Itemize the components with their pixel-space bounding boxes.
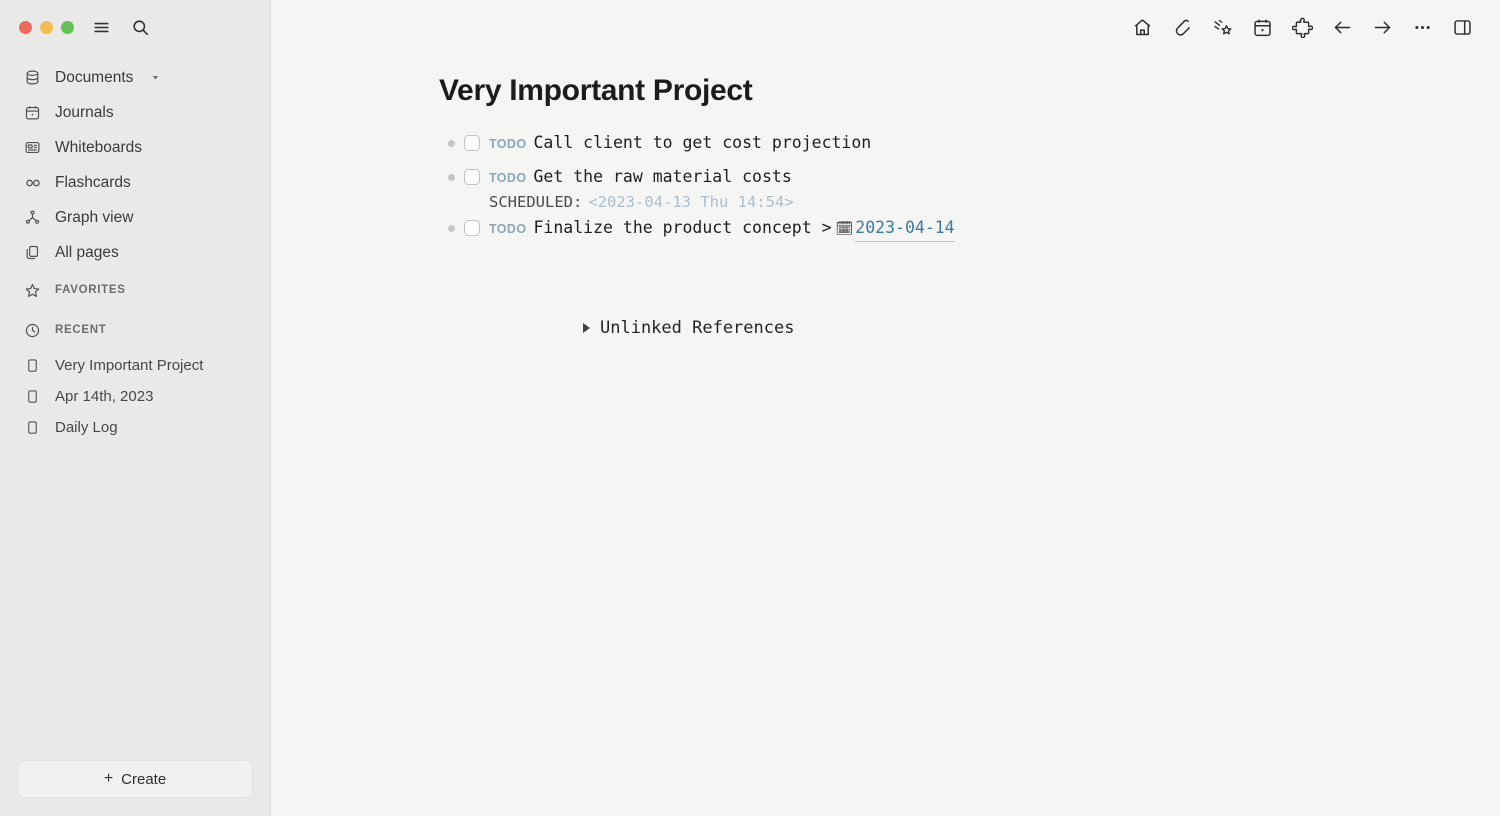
- sidebar-item-label: Graph view: [55, 208, 134, 226]
- puzzle-icon[interactable]: [1282, 7, 1322, 47]
- block-text[interactable]: Call client to get cost projection: [533, 130, 871, 156]
- minimize-window-button[interactable]: [40, 20, 53, 34]
- todo-marker[interactable]: TODO: [489, 165, 526, 191]
- window-titlebar: [0, 0, 270, 54]
- sidebar: Documents Journals Whiteboards Flashcard…: [0, 0, 271, 816]
- sidebar-nav: Documents Journals Whiteboards Flashcard…: [0, 54, 270, 443]
- sidebar-toggle-icon[interactable]: [1442, 7, 1482, 47]
- block-list: TODO Call client to get cost projection: [439, 129, 1500, 248]
- block-item: TODO Get the raw material costs SCHEDULE…: [439, 163, 1500, 214]
- sidebar-item-label: Journals: [55, 103, 114, 121]
- hamburger-icon[interactable]: [88, 14, 114, 40]
- unlinked-references-label: Unlinked References: [600, 318, 795, 338]
- todo-marker[interactable]: TODO: [489, 216, 526, 242]
- todo-checkbox[interactable]: [464, 135, 480, 151]
- top-toolbar: [271, 0, 1500, 54]
- shooting-star-icon[interactable]: [1202, 7, 1242, 47]
- block-bullet[interactable]: [439, 130, 464, 156]
- block-text[interactable]: Finalize the product concept >: [533, 215, 831, 241]
- sidebar-item-label: Flashcards: [55, 173, 131, 191]
- create-button-container: + Create: [0, 760, 270, 816]
- arrow-left-icon[interactable]: [1322, 7, 1362, 47]
- favorites-section-header[interactable]: FAVORITES: [0, 270, 270, 310]
- sidebar-item-label: Whiteboards: [55, 138, 143, 156]
- more-horizontal-icon[interactable]: [1402, 7, 1442, 47]
- todo-checkbox[interactable]: [464, 220, 480, 236]
- block-body: TODO Finalize the product concept > 🗓 20…: [489, 215, 955, 242]
- unlinked-references-toggle[interactable]: Unlinked References: [439, 318, 1500, 338]
- recent-item-label: Apr 14th, 2023: [55, 388, 154, 405]
- traffic-lights: [19, 20, 74, 34]
- close-window-button[interactable]: [19, 20, 32, 34]
- sidebar-item-all-pages[interactable]: All pages: [0, 235, 270, 270]
- todo-checkbox-container: [464, 130, 489, 156]
- scheduled-line: SCHEDULED: <2023-04-13 Thu 14:54>: [489, 190, 794, 214]
- calendar-icon[interactable]: [1242, 7, 1282, 47]
- chevron-right-icon: [583, 323, 590, 333]
- scheduled-value[interactable]: <2023-04-13 Thu 14:54>: [588, 193, 793, 211]
- database-icon: [23, 68, 42, 87]
- create-button[interactable]: + Create: [17, 760, 253, 798]
- pencil-icon[interactable]: [1162, 7, 1202, 47]
- recent-item-label: Daily Log: [55, 419, 118, 436]
- recent-item-daily-log[interactable]: Daily Log: [0, 412, 270, 443]
- page-container: Very Important Project TODO Call client …: [271, 54, 1500, 338]
- graph-icon: [23, 208, 42, 227]
- page-icon: [23, 418, 42, 437]
- recent-item-label: Very Important Project: [55, 357, 204, 374]
- sidebar-item-journals[interactable]: Journals: [0, 95, 270, 130]
- bullet-icon: [448, 224, 455, 232]
- infinity-icon: [23, 173, 42, 192]
- sidebar-item-whiteboards[interactable]: Whiteboards: [0, 130, 270, 165]
- home-icon[interactable]: [1122, 7, 1162, 47]
- search-icon[interactable]: [127, 14, 153, 40]
- todo-checkbox-container: [464, 215, 489, 241]
- todo-marker[interactable]: TODO: [489, 131, 526, 157]
- pages-icon: [23, 243, 42, 262]
- sidebar-item-flashcards[interactable]: Flashcards: [0, 165, 270, 200]
- plus-icon: +: [103, 770, 114, 787]
- date-link[interactable]: 2023-04-14: [855, 215, 955, 242]
- bullet-icon: [448, 139, 455, 147]
- arrow-right-icon[interactable]: [1362, 7, 1402, 47]
- sidebar-item-graph-view[interactable]: Graph view: [0, 200, 270, 235]
- whiteboard-icon: [23, 138, 42, 157]
- todo-checkbox[interactable]: [464, 169, 480, 185]
- block-body: TODO Get the raw material costs SCHEDULE…: [489, 164, 794, 214]
- create-button-label: Create: [121, 770, 167, 788]
- block-line: TODO Finalize the product concept > 🗓 20…: [489, 215, 955, 242]
- recent-section-header[interactable]: RECENT: [0, 310, 270, 350]
- recent-item-apr-14th-2023[interactable]: Apr 14th, 2023: [0, 381, 270, 412]
- history-icon: [23, 321, 42, 340]
- favorites-label: FAVORITES: [55, 284, 126, 296]
- sidebar-item-label: All pages: [55, 243, 119, 261]
- star-icon: [23, 281, 42, 300]
- block-item: TODO Finalize the product concept > 🗓 20…: [439, 214, 1500, 248]
- chevron-down-icon[interactable]: [150, 72, 161, 83]
- sidebar-item-documents[interactable]: Documents: [0, 60, 270, 95]
- app-window: Documents Journals Whiteboards Flashcard…: [0, 0, 1500, 816]
- scheduled-label: SCHEDULED:: [489, 193, 583, 211]
- block-body: TODO Call client to get cost projection: [489, 130, 871, 157]
- block-line: TODO Call client to get cost projection: [489, 130, 871, 157]
- todo-checkbox-container: [464, 164, 489, 190]
- calendar-icon: [23, 103, 42, 122]
- sidebar-item-label: Documents: [55, 68, 134, 86]
- block-line: TODO Get the raw material costs: [489, 164, 794, 191]
- block-item: TODO Call client to get cost projection: [439, 129, 1500, 163]
- calendar-emoji-icon: 🗓: [835, 221, 854, 237]
- page-title: Very Important Project: [439, 74, 753, 107]
- page-icon: [23, 387, 42, 406]
- main-area: Very Important Project TODO Call client …: [271, 0, 1500, 816]
- block-text[interactable]: Get the raw material costs: [533, 164, 791, 190]
- block-bullet[interactable]: [439, 164, 464, 190]
- recent-item-very-important-project[interactable]: Very Important Project: [0, 350, 270, 381]
- maximize-window-button[interactable]: [61, 20, 74, 34]
- page-content: Very Important Project TODO Call client …: [271, 54, 1500, 338]
- recent-label: RECENT: [55, 324, 107, 336]
- block-bullet[interactable]: [439, 215, 464, 241]
- bullet-icon: [448, 173, 455, 181]
- page-icon: [23, 356, 42, 375]
